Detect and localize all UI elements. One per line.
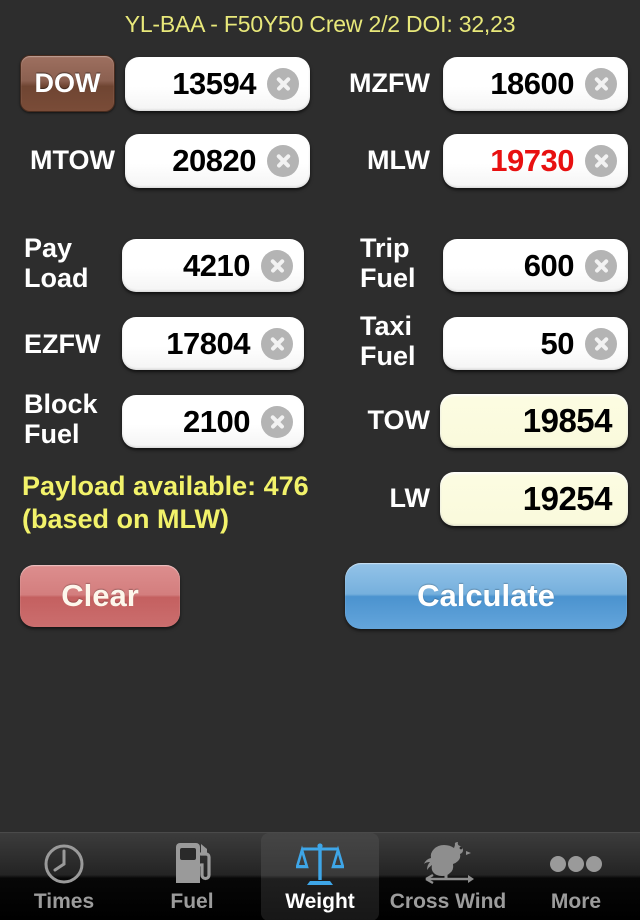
tab-fuel[interactable]: Fuel	[128, 833, 256, 920]
lw-output: 19254	[440, 472, 628, 526]
clear-circle-icon[interactable]	[267, 68, 299, 100]
mzfw-input[interactable]: 18600	[443, 57, 628, 111]
block-fuel-label: Block Fuel	[24, 389, 98, 449]
clear-circle-icon[interactable]	[261, 327, 293, 360]
calculate-button[interactable]: Calculate	[345, 563, 627, 629]
tab-more[interactable]: More	[512, 833, 640, 920]
tow-label: TOW	[367, 405, 431, 435]
clear-circle-icon[interactable]	[261, 405, 293, 438]
tab-fuel-label: Fuel	[170, 890, 214, 913]
tow-output: 19854	[440, 394, 628, 448]
clear-circle-icon[interactable]	[585, 249, 617, 282]
clear-circle-icon[interactable]	[261, 249, 293, 282]
tab-weight-label: Weight	[285, 890, 355, 913]
payload-available-note: Payload available: 476 (based on MLW)	[22, 471, 309, 534]
trip-fuel-input[interactable]: 600	[443, 239, 628, 292]
ellipsis-icon	[549, 839, 603, 889]
tab-more-label: More	[550, 890, 602, 913]
lw-value: 19254	[522, 480, 613, 517]
clear-circle-icon[interactable]	[267, 145, 299, 177]
clear-circle-icon[interactable]	[585, 68, 617, 100]
tab-weight[interactable]: Weight	[256, 833, 384, 920]
lw-label: LW	[389, 483, 431, 513]
tab-cross-wind[interactable]: Cross Wind	[384, 833, 512, 920]
ezfw-label: EZFW	[24, 329, 101, 359]
mlw-value: 19730	[490, 143, 574, 178]
dow-button[interactable]: DOW	[20, 55, 115, 112]
taxi-fuel-value: 50	[540, 325, 575, 361]
mlw-label: MLW	[367, 145, 430, 175]
payload-input[interactable]: 4210	[122, 239, 304, 292]
tab-times-label: Times	[33, 890, 95, 913]
ezfw-input[interactable]: 17804	[122, 317, 304, 370]
weathervane-icon	[421, 839, 475, 889]
fuel-pump-icon	[165, 839, 219, 889]
mlw-input[interactable]: 19730	[443, 134, 628, 188]
tab-times[interactable]: Times	[0, 833, 128, 920]
ezfw-value: 17804	[166, 325, 250, 361]
block-fuel-value: 2100	[183, 403, 250, 439]
block-fuel-input[interactable]: 2100	[122, 395, 304, 448]
tow-value: 19854	[522, 402, 613, 439]
payload-label: Pay Load	[24, 233, 89, 293]
payload-value: 4210	[183, 247, 250, 283]
mzfw-value: 18600	[490, 66, 574, 101]
mtow-input[interactable]: 20820	[125, 134, 310, 188]
mtow-value: 20820	[172, 143, 256, 178]
trip-fuel-value: 600	[523, 247, 575, 283]
tab-bar: Times Fuel Weight Cross Wind More	[0, 832, 640, 920]
dow-input[interactable]: 13594	[125, 57, 310, 111]
clock-icon	[37, 839, 91, 889]
dow-value: 13594	[172, 66, 256, 101]
mtow-label: MTOW	[30, 145, 115, 175]
clear-button[interactable]: Clear	[20, 565, 180, 627]
page-title: YL-BAA - F50Y50 Crew 2/2 DOI: 32,23	[124, 11, 516, 37]
mzfw-label: MZFW	[349, 68, 430, 98]
taxi-fuel-input[interactable]: 50	[443, 317, 628, 370]
clear-circle-icon[interactable]	[585, 327, 617, 360]
tab-cross-wind-label: Cross Wind	[389, 890, 507, 913]
scales-icon	[293, 839, 347, 889]
clear-circle-icon[interactable]	[585, 145, 617, 177]
